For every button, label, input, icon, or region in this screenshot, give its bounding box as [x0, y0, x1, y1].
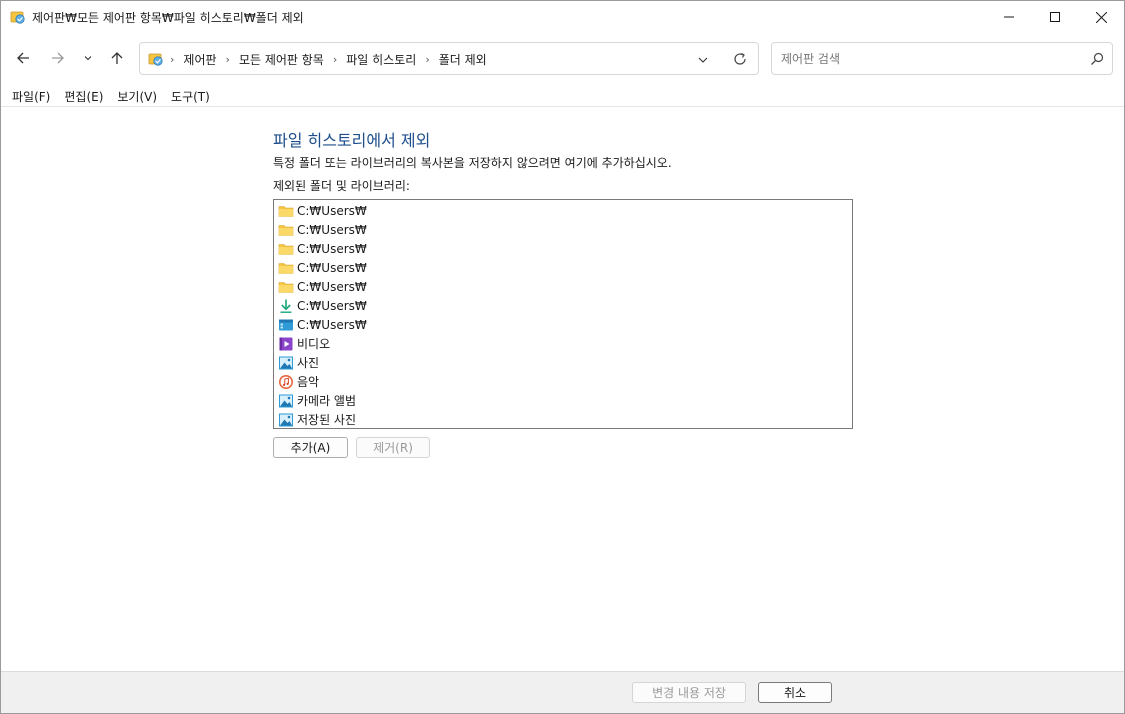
picture-icon [278, 355, 294, 371]
main-content: 파일 히스토리에서 제외 특정 폴더 또는 라이브러리의 복사본을 저장하지 않… [1, 108, 1124, 671]
menu-file[interactable]: 파일(F) [5, 85, 57, 106]
maximize-icon [1050, 12, 1060, 22]
chevron-down-icon [84, 56, 92, 61]
save-changes-button[interactable]: 변경 내용 저장 [632, 682, 746, 703]
download-icon [278, 298, 294, 314]
chevron-right-icon: › [170, 53, 175, 66]
breadcrumb-all-items[interactable]: 모든 제어판 항목 [239, 51, 324, 68]
excluded-list-label: 제외된 폴더 및 라이브러리: [273, 179, 410, 193]
list-item[interactable]: C:₩Users₩ [274, 258, 852, 277]
desktop-icon [278, 317, 294, 333]
list-item-label: 카메라 앨범 [297, 394, 357, 408]
breadcrumb-file-history[interactable]: 파일 히스토리 [346, 51, 416, 68]
minimize-icon [1004, 16, 1014, 18]
refresh-icon [734, 52, 746, 65]
close-icon [1095, 11, 1107, 23]
menu-view[interactable]: 보기(V) [110, 85, 164, 106]
cancel-button[interactable]: 취소 [758, 682, 832, 703]
menu-edit[interactable]: 편집(E) [57, 85, 110, 106]
address-bar[interactable]: › 제어판 › 모든 제어판 항목 › 파일 히스토리 › 폴더 제외 [139, 42, 759, 75]
control-panel-icon [10, 9, 26, 25]
folder-icon [278, 241, 294, 257]
list-item[interactable]: 비디오 [274, 334, 852, 353]
search-input[interactable] [781, 49, 1081, 69]
address-dropdown-button[interactable] [696, 53, 710, 67]
window-title: 제어판₩모든 제어판 항목₩파일 히스토리₩폴더 제외 [32, 11, 304, 25]
control-panel-icon [148, 51, 164, 67]
excluded-folders-list[interactable]: C:₩Users₩ C:₩Users₩ C:₩Users₩ C:₩Users₩ … [273, 199, 853, 429]
maximize-button[interactable] [1032, 1, 1078, 33]
list-item-label: C:₩Users₩ [297, 298, 367, 313]
list-item[interactable]: 사진 [274, 353, 852, 372]
navigation-bar: › 제어판 › 모든 제어판 항목 › 파일 히스토리 › 폴더 제외 [1, 33, 1124, 83]
arrow-up-icon [111, 52, 123, 64]
folder-icon [278, 260, 294, 276]
folder-icon [278, 222, 294, 238]
search-icon[interactable] [1090, 52, 1104, 66]
list-item[interactable]: C:₩Users₩ [274, 220, 852, 239]
title-bar: 제어판₩모든 제어판 항목₩파일 히스토리₩폴더 제외 [1, 1, 1124, 33]
close-button[interactable] [1078, 1, 1124, 33]
list-item[interactable]: C:₩Users₩ [274, 201, 852, 220]
add-button[interactable]: 추가(A) [273, 437, 348, 458]
list-item-label: 음악 [297, 375, 320, 389]
list-item-label: C:₩Users₩ [297, 279, 367, 294]
breadcrumb-control-panel[interactable]: 제어판 [183, 51, 216, 68]
file-history-exclude-window: 제어판₩모든 제어판 항목₩파일 히스토리₩폴더 제외 › 제어판 › 모든 제… [0, 0, 1125, 714]
minimize-button[interactable] [986, 1, 1032, 33]
chevron-right-icon[interactable]: › [226, 53, 230, 66]
chevron-right-icon[interactable]: › [425, 53, 429, 66]
list-item[interactable]: C:₩Users₩ [274, 296, 852, 315]
list-item-label: 비디오 [297, 337, 331, 351]
footer-bar: 변경 내용 저장 취소 [1, 671, 1124, 713]
recent-locations-button[interactable] [78, 47, 98, 69]
arrow-right-icon [52, 52, 64, 64]
chevron-right-icon[interactable]: › [333, 53, 337, 66]
list-item-label: C:₩Users₩ [297, 222, 367, 237]
picture-icon [278, 393, 294, 409]
list-item[interactable]: 카메라 앨범 [274, 391, 852, 410]
list-item-label: C:₩Users₩ [297, 203, 367, 218]
list-item[interactable]: C:₩Users₩ [274, 239, 852, 258]
list-item-label: 저장된 사진 [297, 413, 357, 427]
list-item-label: 사진 [297, 356, 320, 370]
search-box[interactable] [771, 42, 1113, 75]
picture-icon [278, 412, 294, 428]
up-button[interactable] [106, 47, 128, 69]
folder-icon [278, 279, 294, 295]
list-item-label: C:₩Users₩ [297, 260, 367, 275]
back-button[interactable] [12, 47, 34, 69]
page-title: 파일 히스토리에서 제외 [273, 131, 431, 150]
forward-button[interactable] [47, 47, 69, 69]
list-item[interactable]: C:₩Users₩ [274, 277, 852, 296]
menu-bar: 파일(F) 편집(E) 보기(V) 도구(T) [1, 85, 1124, 107]
remove-button[interactable]: 제거(R) [356, 437, 430, 458]
list-item[interactable]: 음악 [274, 372, 852, 391]
list-item-label: C:₩Users₩ [297, 317, 367, 332]
list-item[interactable]: 저장된 사진 [274, 410, 852, 429]
music-icon [278, 374, 294, 390]
folder-icon [278, 203, 294, 219]
arrow-left-icon [17, 52, 29, 64]
menu-tools[interactable]: 도구(T) [164, 85, 217, 106]
list-item[interactable]: C:₩Users₩ [274, 315, 852, 334]
chevron-down-icon [698, 57, 708, 63]
breadcrumb: › 제어판 › 모든 제어판 항목 › 파일 히스토리 › 폴더 제외 [170, 51, 487, 68]
page-description: 특정 폴더 또는 라이브러리의 복사본을 저장하지 않으려면 여기에 추가하십시… [273, 156, 672, 170]
list-item-label: C:₩Users₩ [297, 241, 367, 256]
refresh-button[interactable] [732, 51, 748, 67]
breadcrumb-exclude-folders[interactable]: 폴더 제외 [439, 51, 487, 68]
video-icon [278, 336, 294, 352]
